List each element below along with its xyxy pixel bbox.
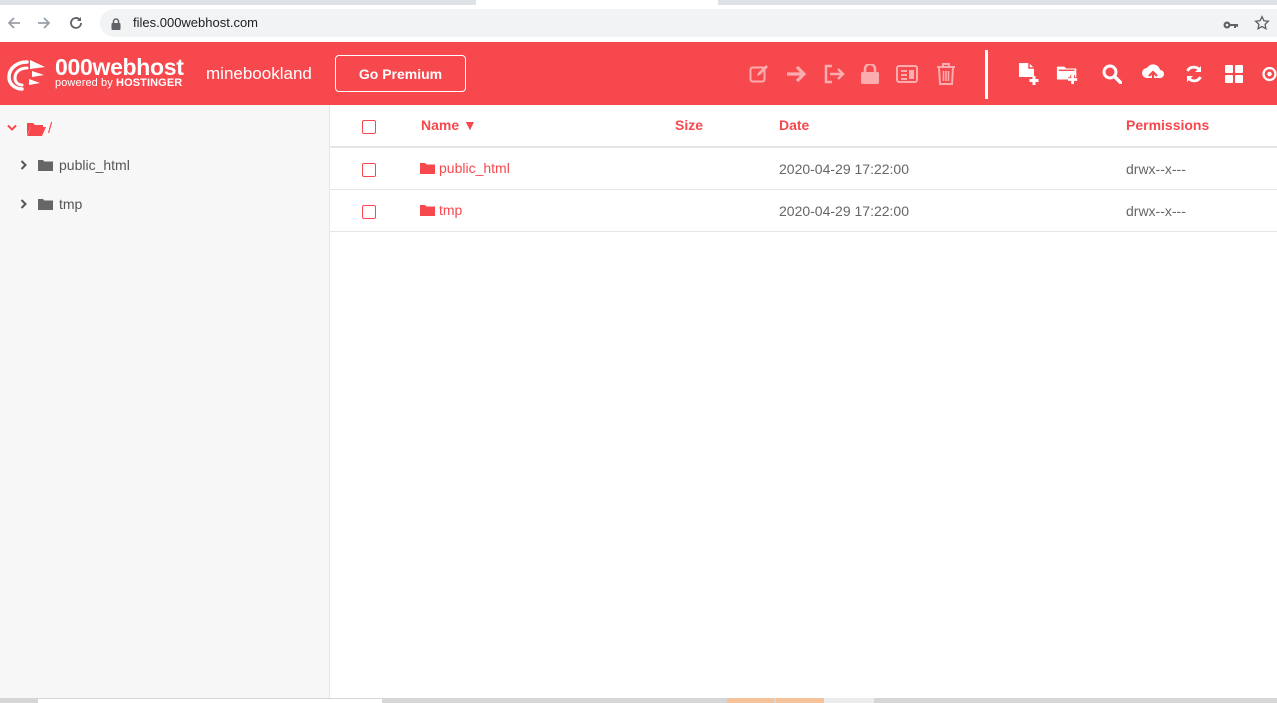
lock-icon[interactable] <box>858 62 882 86</box>
grid-view-icon[interactable] <box>1222 62 1246 86</box>
export-icon[interactable] <box>822 62 846 86</box>
key-icon[interactable] <box>1223 17 1239 35</box>
new-folder-icon[interactable] <box>1056 62 1080 86</box>
scrollbar-thumb[interactable] <box>38 699 382 703</box>
file-date: 2020-04-29 17:22:00 <box>779 161 909 177</box>
folder-open-icon <box>27 121 46 136</box>
address-bar[interactable]: files.000webhost.com <box>100 9 1277 37</box>
archive-icon[interactable] <box>895 62 919 86</box>
url-text[interactable]: files.000webhost.com <box>133 15 258 30</box>
row-checkbox[interactable] <box>362 205 376 219</box>
chevron-right-icon[interactable] <box>20 199 28 209</box>
file-name-cell[interactable]: public_html <box>420 160 510 176</box>
taskbar-item[interactable] <box>727 698 774 703</box>
star-icon[interactable] <box>1254 15 1270 36</box>
brand-subtitle: powered by HOSTINGER <box>55 77 183 89</box>
select-all-checkbox[interactable] <box>362 120 376 134</box>
refresh-icon[interactable] <box>1182 62 1206 86</box>
file-list: Name ▼ Size Date Permissions public_html… <box>330 105 1277 698</box>
settings-icon[interactable] <box>1262 62 1277 86</box>
forward-icon[interactable] <box>33 12 55 34</box>
move-icon[interactable] <box>785 62 809 86</box>
row-checkbox[interactable] <box>362 163 376 177</box>
horizontal-scrollbar[interactable] <box>0 698 1277 703</box>
folder-tree: / public_html tmp <box>0 105 330 698</box>
folder-icon <box>38 159 53 171</box>
folder-icon <box>38 198 53 210</box>
go-premium-button[interactable]: Go Premium <box>335 55 466 92</box>
file-date: 2020-04-29 17:22:00 <box>779 203 909 219</box>
file-permissions[interactable]: drwx--x--- <box>1126 161 1186 177</box>
table-row[interactable]: tmp 2020-04-29 17:22:00 drwx--x--- <box>330 190 1277 232</box>
tree-item-public-html[interactable]: public_html <box>20 155 130 175</box>
app-header: 000webhost powered by HOSTINGER minebook… <box>0 42 1277 105</box>
hostinger-logo-icon[interactable] <box>6 56 48 92</box>
chevron-down-icon[interactable] <box>7 119 17 137</box>
tree-item-tmp[interactable]: tmp <box>20 194 82 214</box>
tree-root-label[interactable]: / <box>48 120 52 137</box>
file-permissions[interactable]: drwx--x--- <box>1126 203 1186 219</box>
taskbar-item[interactable] <box>824 698 874 703</box>
tree-item-label[interactable]: public_html <box>59 157 130 173</box>
upload-icon[interactable] <box>1141 62 1165 86</box>
browser-toolbar: files.000webhost.com <box>0 0 1277 42</box>
new-file-icon[interactable] <box>1017 62 1041 86</box>
back-icon[interactable] <box>3 12 25 34</box>
brand[interactable]: 000webhost powered by HOSTINGER <box>55 55 184 89</box>
folder-icon <box>420 204 435 216</box>
column-header-name[interactable]: Name ▼ <box>421 117 477 133</box>
lock-icon <box>111 17 121 35</box>
taskbar-item[interactable] <box>776 698 824 703</box>
chevron-right-icon[interactable] <box>20 160 28 170</box>
folder-icon <box>420 162 435 174</box>
table-header: Name ▼ Size Date Permissions <box>330 105 1277 148</box>
site-name: minebookland <box>206 64 312 83</box>
tree-item-label[interactable]: tmp <box>59 196 82 212</box>
inactive-tab[interactable] <box>718 0 1277 5</box>
file-name-link[interactable]: public_html <box>439 160 510 176</box>
column-header-date[interactable]: Date <box>779 117 809 133</box>
reload-icon[interactable] <box>65 12 87 34</box>
edit-icon[interactable] <box>747 62 771 86</box>
table-row[interactable]: public_html 2020-04-29 17:22:00 drwx--x-… <box>330 148 1277 190</box>
file-name-link[interactable]: tmp <box>439 202 462 218</box>
toolbar-divider <box>985 50 988 99</box>
inactive-tab[interactable] <box>0 0 476 5</box>
tree-root[interactable]: / <box>7 119 52 137</box>
trash-icon[interactable] <box>934 62 958 86</box>
column-header-size[interactable]: Size <box>675 117 703 133</box>
tab-strip <box>0 0 1277 5</box>
file-name-cell[interactable]: tmp <box>420 202 462 218</box>
search-icon[interactable] <box>1100 62 1124 86</box>
column-header-permissions[interactable]: Permissions <box>1126 117 1209 133</box>
brand-name: 000webhost <box>55 54 184 80</box>
